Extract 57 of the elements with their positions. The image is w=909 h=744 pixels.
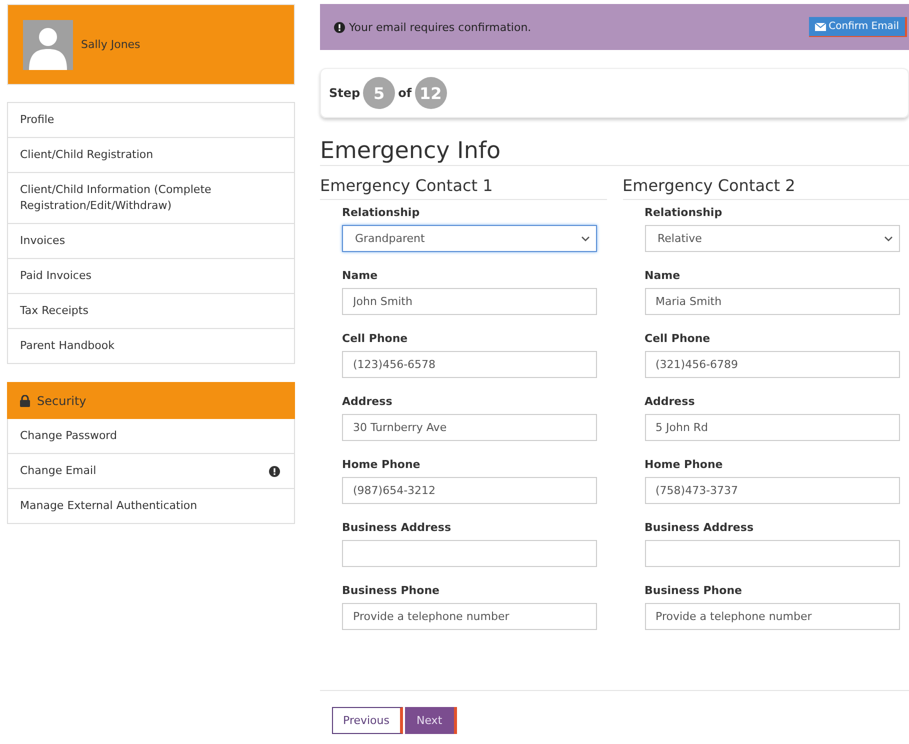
input-field[interactable]: [644, 540, 900, 567]
menu-item[interactable]: Tax Receipts: [8, 293, 294, 328]
next-button[interactable]: Next: [404, 707, 458, 734]
lock-icon: [19, 394, 31, 406]
previous-button[interactable]: Previous: [332, 707, 402, 734]
menu-item[interactable]: Invoices: [8, 223, 294, 258]
field-label: Name: [644, 269, 682, 282]
field-label: Business Phone: [644, 584, 743, 597]
menu-item[interactable]: Client/Child Registration: [8, 137, 294, 172]
alert-icon: [269, 466, 280, 476]
step-of: of: [398, 86, 412, 100]
input-field[interactable]: Maria Smith: [644, 288, 900, 315]
field-label: Relationship: [342, 206, 421, 219]
user-name: Sally Jones: [81, 38, 140, 51]
security-title: Security: [37, 394, 86, 408]
input-field[interactable]: (321)456-6789: [644, 351, 900, 378]
avatar-icon: [23, 20, 73, 70]
confirm-email-button[interactable]: Confirm Email: [808, 17, 907, 37]
page-title: Emergency Info: [320, 138, 909, 166]
relationship-dropdown[interactable]: Grandparent: [342, 225, 597, 252]
field-label: Address: [644, 395, 696, 408]
menu-item[interactable]: Profile: [8, 103, 294, 137]
menu-item[interactable]: Manage External Authentication: [8, 488, 294, 523]
input-field[interactable]: (987)654-3212: [342, 477, 597, 504]
field-label: Home Phone: [644, 458, 724, 471]
input-field[interactable]: 5 John Rd: [644, 414, 900, 441]
input-field[interactable]: Provide a telephone number: [342, 603, 597, 630]
alert-icon: [334, 22, 345, 32]
field-label: Name: [342, 269, 379, 282]
field-label: Business Address: [644, 521, 754, 534]
field-label: Cell Phone: [342, 332, 409, 345]
menu-item[interactable]: Client/Child Information (Complete Registration/Edit/Withdraw): [8, 172, 294, 223]
input-field[interactable]: (758)473-3737: [644, 477, 900, 504]
menu-item[interactable]: Parent Handbook: [8, 328, 294, 363]
field-label: Address: [342, 395, 394, 408]
field-label: Cell Phone: [644, 332, 712, 345]
step-label: Step: [329, 86, 360, 100]
step-number: 5: [363, 77, 396, 109]
chevron-icon: [581, 236, 590, 242]
input-field[interactable]: (123)456-6578: [342, 351, 597, 378]
input-field[interactable]: Provide a telephone number: [644, 603, 900, 630]
field-label: Business Address: [342, 521, 452, 534]
field-label: Relationship: [644, 206, 724, 219]
step-total: 12: [414, 77, 447, 109]
menu-item[interactable]: Paid Invoices: [8, 258, 294, 293]
menu-item[interactable]: Change Email: [8, 453, 294, 488]
input-field[interactable]: [342, 540, 597, 567]
field-label: Business Phone: [342, 584, 440, 597]
field-label: Home Phone: [342, 458, 422, 471]
section-heading: Emergency Contact 1: [320, 176, 606, 200]
banner-message: Your email requires confirmation.: [349, 20, 532, 34]
input-field[interactable]: 30 Turnberry Ave: [342, 414, 597, 441]
envelope-icon: [814, 22, 826, 30]
menu-item[interactable]: Change Password: [8, 419, 294, 453]
section-heading: Emergency Contact 2: [622, 176, 909, 200]
chevron-icon: [884, 236, 892, 242]
relationship-dropdown[interactable]: Relative: [644, 225, 900, 252]
